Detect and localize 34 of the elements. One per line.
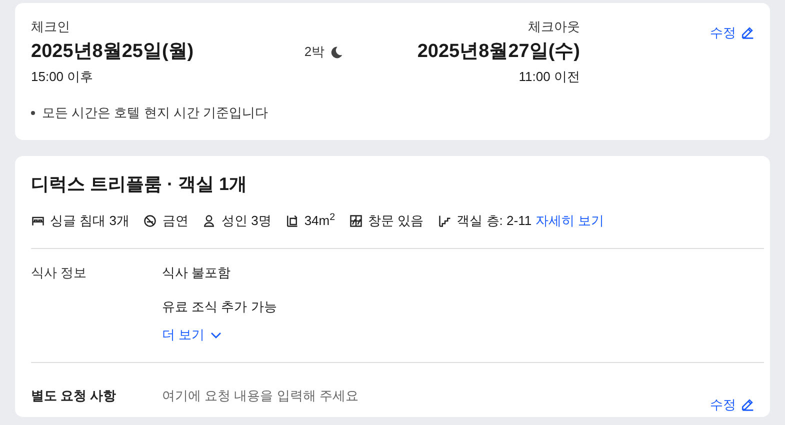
amenity-text: 싱글 침대 3개 [50, 212, 130, 230]
room-title: 디럭스 트리플룸 · 객실 1개 [31, 173, 248, 196]
amenity-text: 창문 있음 [368, 212, 424, 230]
checkout-time: 11:00 이전 [518, 68, 580, 86]
checkin-label: 체크인 [31, 18, 71, 36]
checkout-label: 체크아웃 [528, 18, 580, 36]
pencil-icon [741, 398, 754, 412]
person-icon [202, 214, 216, 228]
bed-icon [31, 214, 45, 228]
edit-link[interactable]: 수정 [710, 23, 754, 42]
amenity-text: 34m$^{2}$ [304, 211, 336, 230]
moon-icon [330, 46, 343, 58]
checkout-date: 2025년8월27일(수) [417, 40, 580, 64]
checkin-time: 15:00 이후 [31, 68, 94, 86]
checkin-date: 2025년8월25일(월) [31, 40, 194, 64]
more-link[interactable]: 더 보기 [162, 325, 277, 344]
stairs-icon [438, 214, 452, 228]
window-icon [349, 214, 364, 228]
edit-link[interactable]: 수정 [710, 395, 754, 414]
meal-label: 식사 정보 [31, 264, 88, 282]
nights-count: 2박 [304, 43, 325, 62]
request-field[interactable]: 여기에 요청 내용을 입력해 주세요 [162, 386, 710, 406]
time-note: 모든 시간은 호텔 현지 시간 기준입니다 [42, 104, 268, 122]
pencil-icon [741, 26, 754, 40]
details-link[interactable]: 자세히 보기 [536, 211, 604, 231]
amenity-text: 성인 3명 [221, 212, 272, 230]
amenity-text: 객실 층: 2-11 [456, 212, 532, 230]
amenity-text: 금연 [162, 212, 188, 230]
area-icon [285, 214, 300, 228]
meal-info: 유료 조식 추가 가능 [162, 298, 277, 316]
meal-info: 식사 불포함 [162, 264, 232, 282]
request-label: 별도 요청 사항 [31, 387, 118, 405]
no-smoking-icon [143, 214, 158, 228]
bullet-icon [31, 110, 35, 115]
